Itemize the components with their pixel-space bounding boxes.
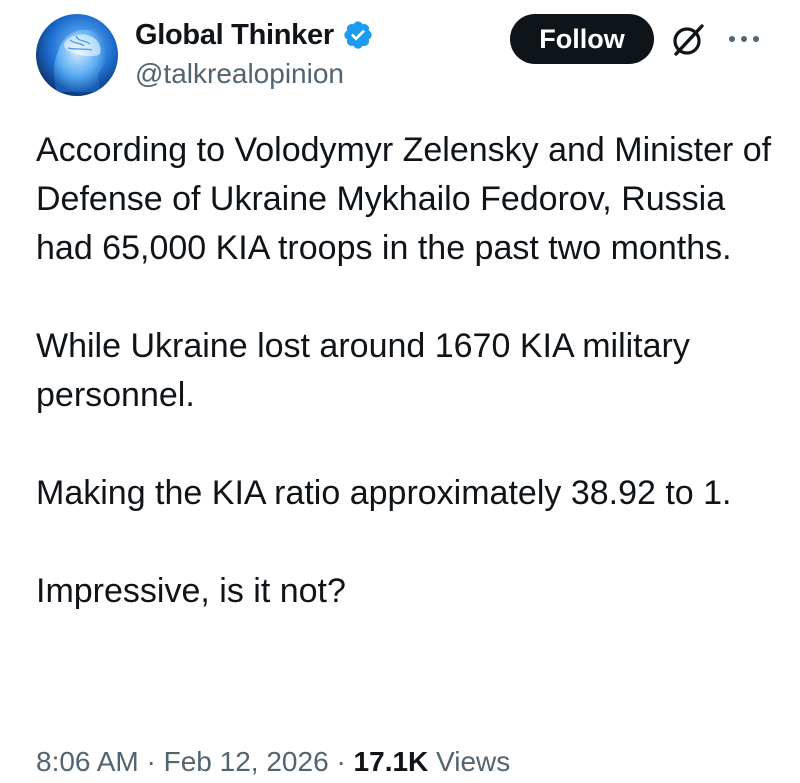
tweet-text: According to Volodymyr Zelensky and Mini… [36,126,776,616]
tweet-paragraph: While Ukraine lost around 1670 KIA milit… [36,327,690,414]
tweet-time[interactable]: 8:06 AM [36,746,139,777]
tweet-date[interactable]: Feb 12, 2026 [164,746,329,777]
brain-head-avatar-icon [36,14,118,96]
views-label: Views [436,746,511,777]
author-handle[interactable]: @talkrealopinion [135,58,344,90]
more-options-icon[interactable] [724,26,764,52]
tweet-meta: 8:06 AM · Feb 12, 2026 · 17.1K Views [36,746,510,778]
views-count: 17.1K [353,746,429,777]
grok-icon[interactable] [668,20,708,60]
tweet-paragraph: Impressive, is it not? [36,572,346,610]
author-name-row: Global Thinker [135,16,374,54]
follow-button[interactable]: Follow [510,14,654,64]
display-name[interactable]: Global Thinker [135,19,334,52]
meta-separator: · [146,746,156,777]
tweet-paragraph: Making the KIA ratio approximately 38.92… [36,474,732,512]
verified-badge-icon [342,19,374,51]
tweet-paragraph: According to Volodymyr Zelensky and Mini… [36,131,772,267]
avatar[interactable] [36,14,118,96]
meta-separator: · [336,746,346,777]
